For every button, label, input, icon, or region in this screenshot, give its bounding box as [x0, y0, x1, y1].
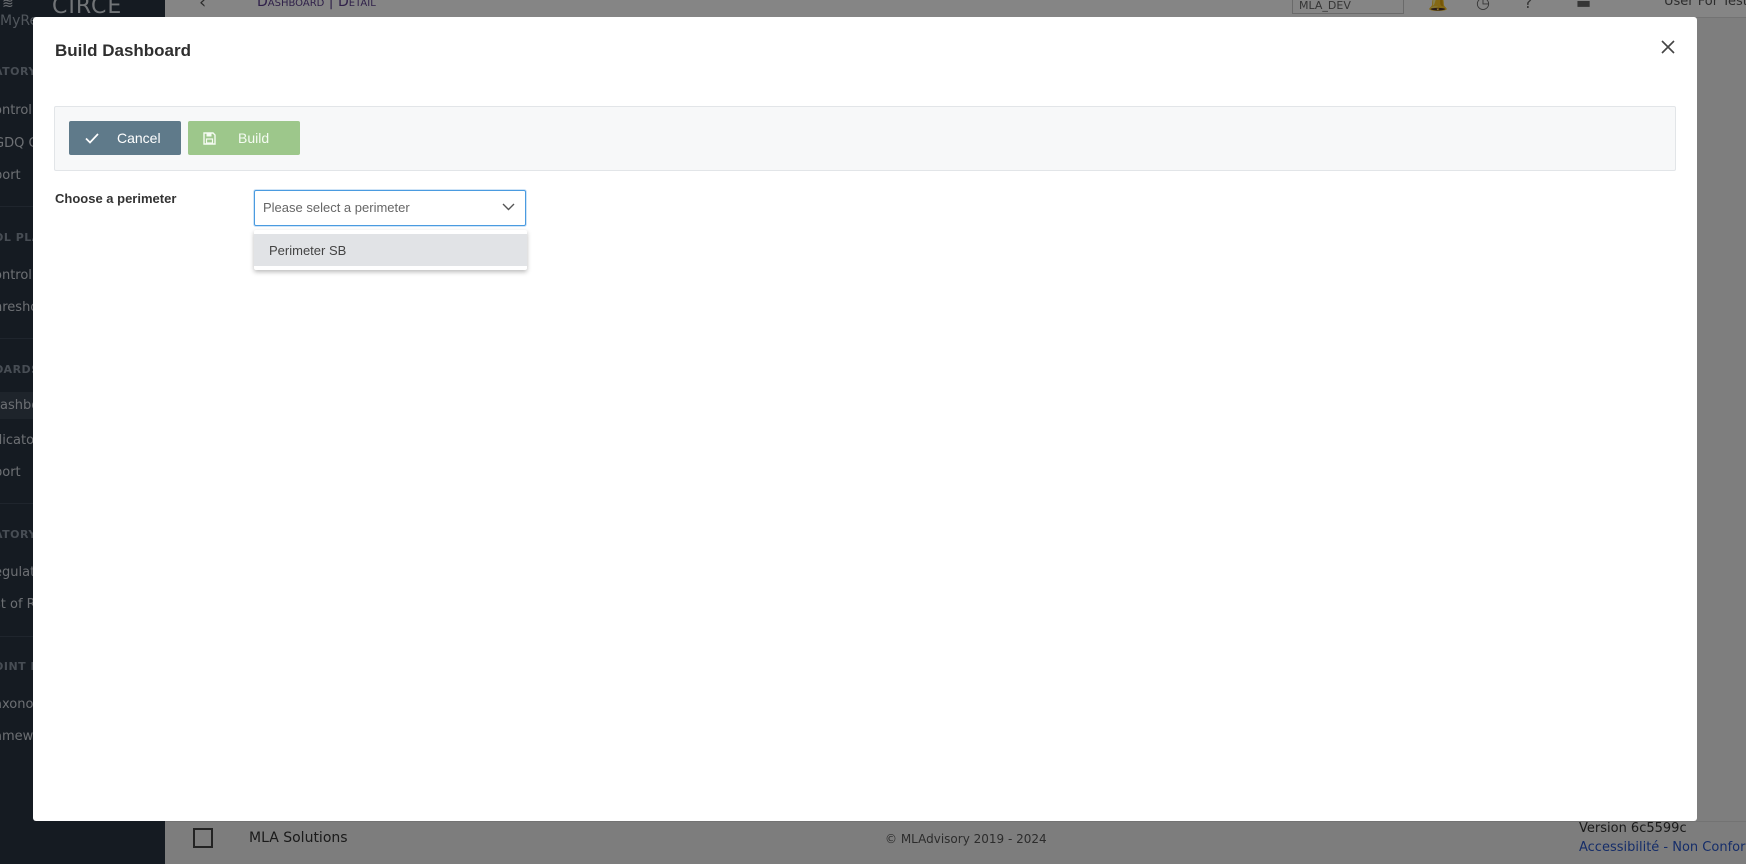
- build-dashboard-modal: Build Dashboard Cancel Build Choose a pe…: [33, 17, 1697, 821]
- check-icon: [85, 132, 99, 144]
- perimeter-dropdown: Perimeter SB: [254, 230, 527, 270]
- save-icon: [203, 131, 216, 145]
- perimeter-label: Choose a perimeter: [55, 191, 177, 206]
- build-button[interactable]: Build: [188, 121, 300, 155]
- perimeter-select-placeholder: Please select a perimeter: [263, 200, 410, 215]
- perimeter-select[interactable]: Please select a perimeter: [254, 190, 526, 226]
- chevron-down-icon: [502, 203, 515, 211]
- cancel-button[interactable]: Cancel: [69, 121, 181, 155]
- perimeter-option[interactable]: Perimeter SB: [254, 234, 527, 266]
- cancel-button-label: Cancel: [117, 130, 161, 146]
- modal-toolbar: Cancel Build: [54, 106, 1676, 171]
- close-icon[interactable]: [1661, 37, 1675, 59]
- build-button-label: Build: [238, 130, 270, 146]
- modal-title: Build Dashboard: [55, 41, 192, 60]
